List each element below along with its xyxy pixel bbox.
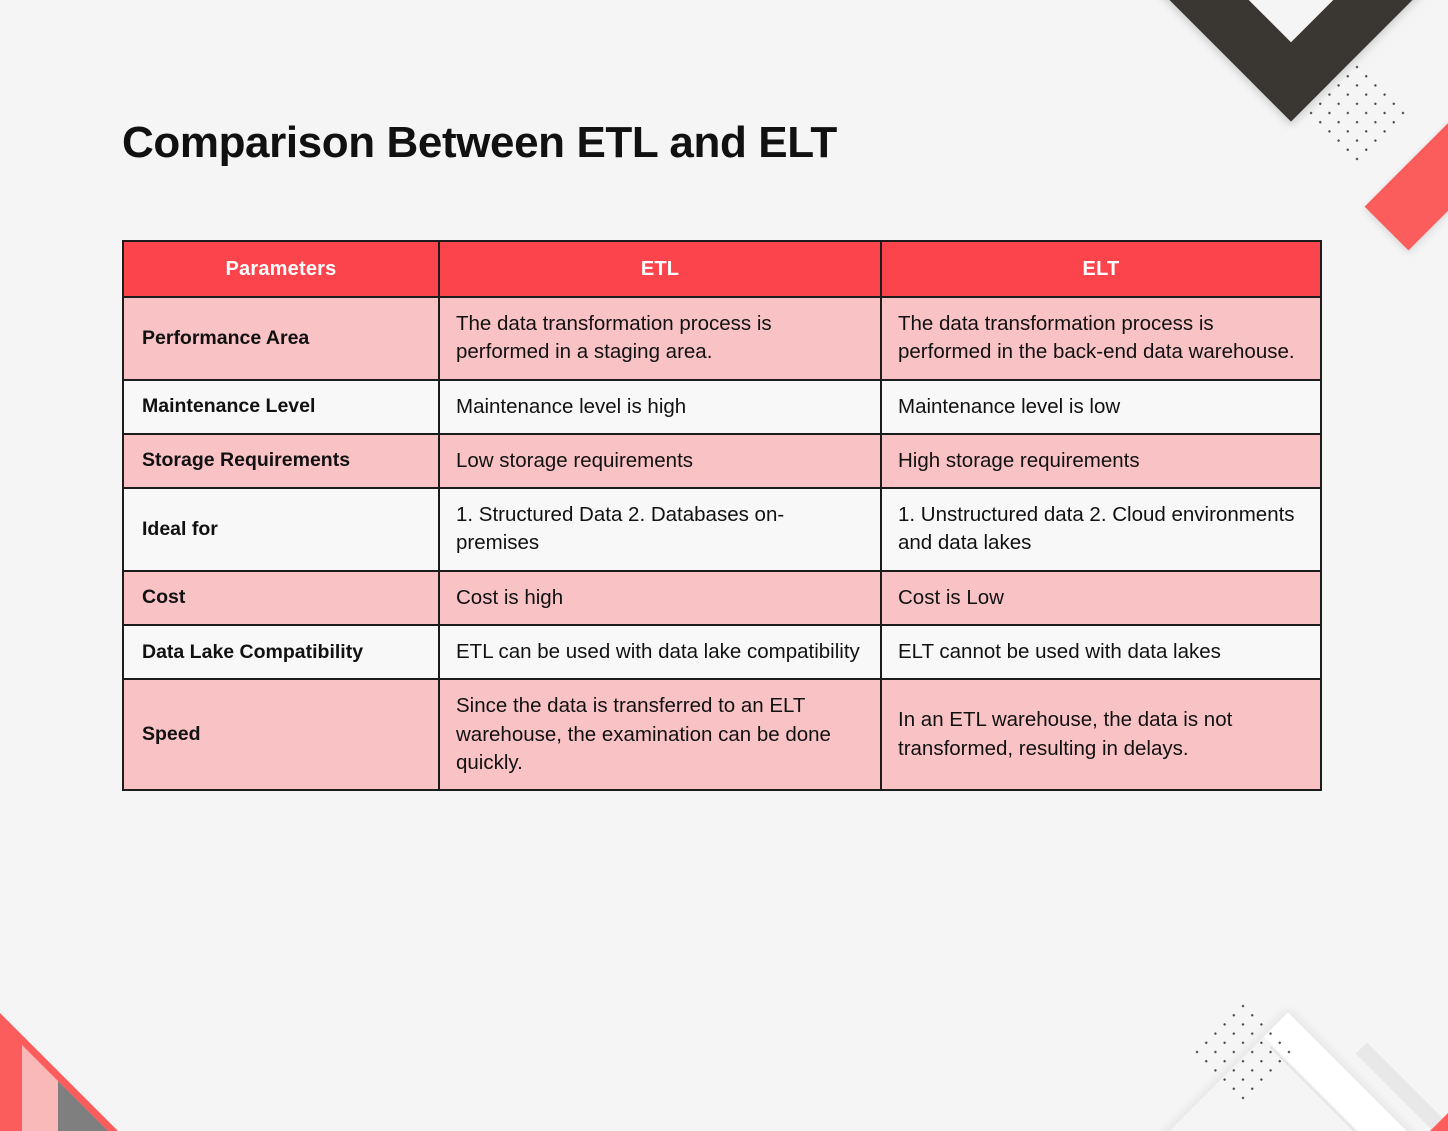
row-parameter-label: Speed: [122, 678, 440, 792]
row-elt-value: Cost is Low: [880, 569, 1322, 626]
row-elt-value: Maintenance level is low: [880, 378, 1322, 435]
table-row: Cost Cost is high Cost is Low: [122, 569, 1322, 626]
row-parameter-label: Ideal for: [122, 487, 440, 572]
row-etl-value: Cost is high: [438, 569, 882, 626]
table-header: Parameters ETL ELT: [122, 240, 1322, 298]
row-elt-value: The data transformation process is perfo…: [880, 296, 1322, 381]
table-row: Performance Area The data transformation …: [122, 296, 1322, 381]
row-etl-value: Low storage requirements: [438, 432, 882, 490]
table-header-row: Parameters ETL ELT: [122, 240, 1322, 298]
bottom-right-grey-chevron-icon: [1221, 1042, 1448, 1131]
row-etl-value: ETL can be used with data lake compatibi…: [438, 623, 882, 681]
table-row: Maintenance Level Maintenance level is hi…: [122, 378, 1322, 435]
bottom-left-pink-triangle-icon: [22, 1045, 108, 1131]
table-row: Storage Requirements Low storage requirem…: [122, 432, 1322, 490]
row-parameter-label: Storage Requirements: [122, 432, 440, 490]
row-elt-value: 1. Unstructured data 2. Cloud environmen…: [880, 487, 1322, 572]
page-title: Comparison Between ETL and ELT: [122, 118, 837, 167]
table-row: Ideal for 1. Structured Data 2. Databases…: [122, 487, 1322, 572]
row-parameter-label: Cost: [122, 569, 440, 626]
bottom-right-white-chevron-icon: [1149, 1012, 1427, 1131]
row-elt-value: High storage requirements: [880, 432, 1322, 490]
comparison-table: Parameters ETL ELT Performance Area The d…: [122, 240, 1322, 792]
column-header-elt: ELT: [880, 240, 1322, 298]
bottom-left-grey-triangle-icon: [58, 1081, 108, 1131]
top-right-red-stripe-icon: [1364, 0, 1448, 251]
column-header-parameters: Parameters: [122, 240, 440, 298]
table-row: Speed Since the data is transferred to an…: [122, 678, 1322, 792]
table-row: Data Lake Compatibility ETL can be used w…: [122, 623, 1322, 681]
row-parameter-label: Maintenance Level: [122, 378, 440, 435]
row-etl-value: 1. Structured Data 2. Databases on-premi…: [438, 487, 882, 572]
row-parameter-label: Data Lake Compatibility: [122, 623, 440, 681]
bottom-right-dots-icon: [1187, 996, 1299, 1108]
row-elt-value: ELT cannot be used with data lakes: [880, 623, 1322, 681]
bottom-right-red-stripe-icon: [1323, 955, 1448, 1131]
row-etl-value: Since the data is transferred to an ELT …: [438, 678, 882, 792]
column-header-etl: ETL: [438, 240, 882, 298]
table-body: Performance Area The data transformation …: [122, 296, 1322, 792]
top-right-dots-icon: [1301, 57, 1413, 169]
row-etl-value: The data transformation process is perfo…: [438, 296, 882, 381]
top-right-dark-chevron-icon: [1142, 0, 1440, 122]
row-elt-value: In an ETL warehouse, the data is not tra…: [880, 678, 1322, 792]
row-parameter-label: Performance Area: [122, 296, 440, 381]
bottom-left-red-triangle-icon: [0, 1013, 118, 1131]
bottom-right-inner-chevron-icon: [1164, 1045, 1378, 1131]
row-etl-value: Maintenance level is high: [438, 378, 882, 435]
